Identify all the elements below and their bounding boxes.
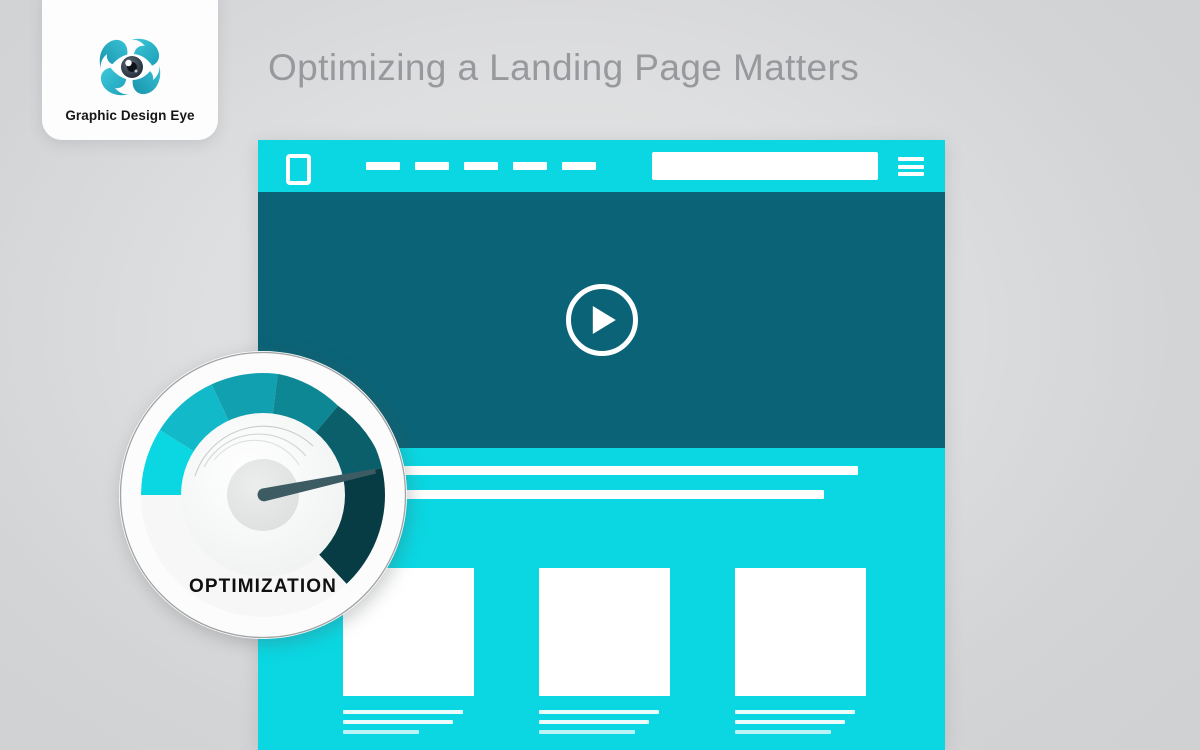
content-card-2[interactable] — [539, 568, 670, 696]
card-3-line-2 — [735, 720, 845, 724]
content-card-3[interactable] — [735, 568, 866, 696]
brand-logo-card: Graphic Design Eye — [42, 0, 218, 140]
nav-item-4[interactable] — [513, 162, 547, 170]
poster-canvas: Graphic Design Eye Optimizing a Landing … — [0, 0, 1200, 750]
brand-name: Graphic Design Eye — [65, 108, 195, 123]
card-3-line-3 — [735, 730, 831, 734]
card-2-line-3 — [539, 730, 635, 734]
card-1-line-3 — [343, 730, 419, 734]
card-3-line-1 — [735, 710, 855, 714]
play-triangle — [592, 306, 616, 334]
card-1-line-2 — [343, 720, 453, 724]
card-2-line-1 — [539, 710, 659, 714]
hero-text-line-2 — [343, 490, 824, 499]
play-button-icon[interactable] — [565, 284, 638, 356]
nav-item-1[interactable] — [366, 162, 400, 170]
card-2-line-2 — [539, 720, 649, 724]
optimization-gauge — [119, 351, 407, 639]
nav-item-5[interactable] — [562, 162, 596, 170]
card-1-line-1 — [343, 710, 463, 714]
browser-navbar — [258, 140, 945, 192]
search-input[interactable] — [652, 152, 878, 180]
square-outline-logo-icon — [286, 154, 311, 185]
hero-text-line-1 — [343, 466, 858, 475]
page-title: Optimizing a Landing Page Matters — [268, 47, 860, 88]
nav-item-3[interactable] — [464, 162, 498, 170]
pinwheel-eye-icon — [99, 38, 161, 96]
nav-item-2[interactable] — [415, 162, 449, 170]
hamburger-menu-icon[interactable] — [898, 157, 924, 176]
